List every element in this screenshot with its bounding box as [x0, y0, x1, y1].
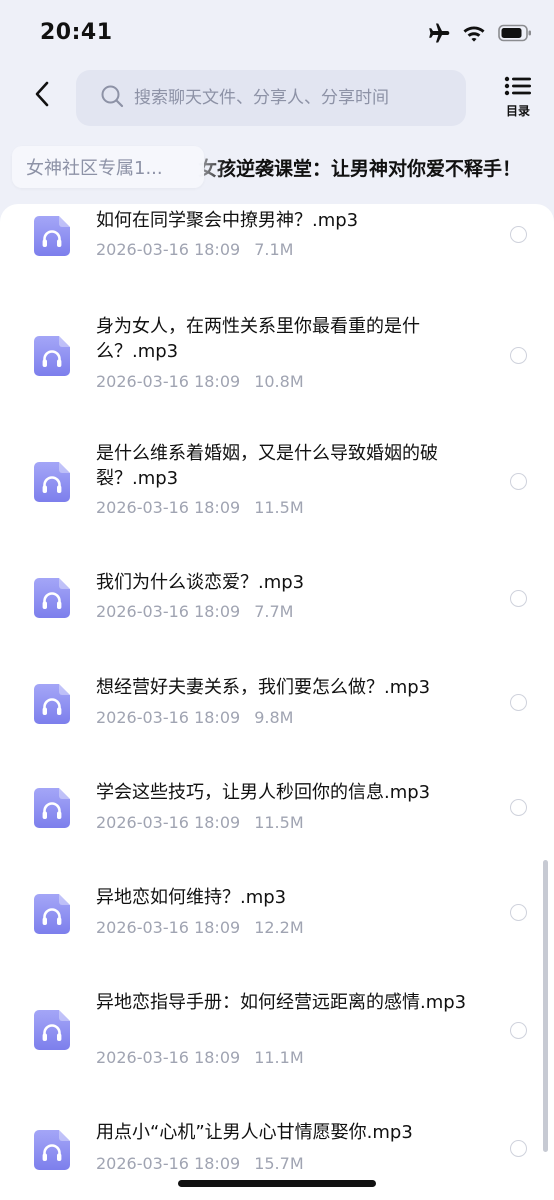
file-list-item[interactable]: 身为女人，在两性关系里你最看重的是什么？.mp3 2026-03-16 18:0… — [0, 308, 554, 436]
select-radio[interactable] — [510, 904, 527, 921]
list-icon — [504, 76, 532, 100]
file-date: 2026-03-16 18:09 — [96, 602, 241, 621]
file-list-item[interactable]: 想经营好夫妻关系，我们要怎么做？.mp3 2026-03-16 18:09 9.8… — [0, 670, 554, 776]
file-meta: 2026-03-16 18:09 11.1M — [96, 1048, 304, 1067]
file-name: 用点小“心机”让男人心甘情愿娶你.mp3 — [96, 1122, 413, 1143]
file-date: 2026-03-16 18:09 — [96, 1154, 241, 1173]
file-size: 7.7M — [254, 602, 294, 621]
back-button[interactable] — [22, 76, 62, 116]
file-size: 10.8M — [254, 372, 304, 391]
file-date: 2026-03-16 18:09 — [96, 1048, 241, 1067]
file-size: 12.2M — [254, 918, 304, 937]
file-date: 2026-03-16 18:09 — [96, 240, 241, 259]
search-box[interactable] — [76, 70, 466, 126]
file-list: 如何在同学聚会中撩男神？.mp3 2026-03-16 18:09 7.1M 身为… — [0, 204, 554, 1200]
file-size: 15.7M — [254, 1154, 304, 1173]
select-radio[interactable] — [510, 1140, 527, 1157]
file-list-item[interactable]: 用点小“心机”让男人心甘情愿娶你.mp3 2026-03-16 18:09 15.… — [0, 1114, 554, 1200]
audio-file-icon — [34, 336, 70, 376]
audio-file-icon — [34, 1130, 70, 1170]
catalog-button[interactable]: 目录 — [496, 76, 540, 122]
audio-file-icon — [34, 894, 70, 934]
audio-file-icon — [34, 788, 70, 828]
file-meta: 2026-03-16 18:09 7.1M — [96, 240, 293, 259]
file-name: 异地恋指导手册：如何经营远距离的感情.mp3 — [96, 992, 467, 1013]
file-list-item[interactable]: 如何在同学聚会中撩男神？.mp3 2026-03-16 18:09 7.1M — [0, 204, 554, 308]
catalog-label: 目录 — [505, 104, 530, 118]
file-list-item[interactable]: 异地恋如何维持？.mp3 2026-03-16 18:09 12.2M — [0, 880, 554, 986]
audio-file-icon — [34, 462, 70, 502]
file-date: 2026-03-16 18:09 — [96, 498, 241, 517]
group-name-chip[interactable]: 女神社区专属1... — [12, 146, 204, 188]
file-meta: 2026-03-16 18:09 7.7M — [96, 602, 293, 621]
select-radio[interactable] — [510, 226, 527, 243]
search-input[interactable] — [134, 88, 444, 108]
file-size: 7.1M — [254, 240, 294, 259]
scrollbar[interactable] — [543, 860, 548, 1152]
file-meta: 2026-03-16 18:09 11.5M — [96, 813, 304, 832]
chevron-left-icon — [34, 81, 50, 111]
file-list-item[interactable]: 学会这些技巧，让男人秒回你的信息.mp3 2026-03-16 18:09 11.… — [0, 776, 554, 880]
file-meta: 2026-03-16 18:09 11.5M — [96, 498, 304, 517]
file-name: 我们为什么谈恋爱？.mp3 — [96, 572, 305, 593]
file-name: 想经营好夫妻关系，我们要怎么做？.mp3 — [96, 677, 431, 698]
wifi-icon — [462, 24, 486, 46]
status-bar: 20:41 — [0, 0, 554, 66]
file-date: 2026-03-16 18:09 — [96, 813, 241, 832]
header-strip: 女孩逆袭课堂：让男神对你爱不释手！ 女神社区专属1... — [0, 140, 554, 196]
select-radio[interactable] — [510, 694, 527, 711]
nav-bar: 目录 — [0, 66, 554, 130]
file-name: 身为女人，在两性关系里你最看重的是什么？.mp3 — [96, 316, 420, 362]
file-meta: 2026-03-16 18:09 15.7M — [96, 1154, 304, 1173]
audio-file-icon — [34, 578, 70, 618]
search-icon — [100, 84, 124, 112]
file-name: 异地恋如何维持？.mp3 — [96, 887, 287, 908]
airplane-icon — [426, 22, 450, 48]
file-meta: 2026-03-16 18:09 9.8M — [96, 708, 293, 727]
file-date: 2026-03-16 18:09 — [96, 918, 241, 937]
audio-file-icon — [34, 684, 70, 724]
audio-file-icon — [34, 1010, 70, 1050]
home-indicator[interactable] — [178, 1180, 376, 1187]
file-size: 9.8M — [254, 708, 294, 727]
file-list-item[interactable]: 我们为什么谈恋爱？.mp3 2026-03-16 18:09 7.7M — [0, 566, 554, 670]
audio-file-icon — [34, 216, 70, 256]
file-size: 11.1M — [254, 1048, 304, 1067]
file-size: 11.5M — [254, 813, 304, 832]
file-meta: 2026-03-16 18:09 10.8M — [96, 372, 304, 391]
file-name: 学会这些技巧，让男人秒回你的信息.mp3 — [96, 782, 431, 803]
file-list-item[interactable]: 异地恋指导手册：如何经营远距离的感情.mp3 2026-03-16 18:09 1… — [0, 986, 554, 1114]
select-radio[interactable] — [510, 347, 527, 364]
file-size: 11.5M — [254, 498, 304, 517]
status-time: 20:41 — [40, 20, 113, 45]
select-radio[interactable] — [510, 799, 527, 816]
select-radio[interactable] — [510, 473, 527, 490]
file-name: 如何在同学聚会中撩男神？.mp3 — [96, 210, 359, 231]
file-date: 2026-03-16 18:09 — [96, 708, 241, 727]
group-announcement-text: 女孩逆袭课堂：让男神对你爱不释手！ — [198, 158, 522, 180]
file-list-item[interactable]: 是什么维系着婚姻，又是什么导致婚姻的破裂？.mp3 2026-03-16 18:… — [0, 436, 554, 566]
file-name: 是什么维系着婚姻，又是什么导致婚姻的破裂？.mp3 — [96, 443, 438, 489]
file-date: 2026-03-16 18:09 — [96, 372, 241, 391]
file-meta: 2026-03-16 18:09 12.2M — [96, 918, 304, 937]
status-icons — [426, 22, 532, 48]
battery-icon — [498, 24, 532, 46]
select-radio[interactable] — [510, 590, 527, 607]
select-radio[interactable] — [510, 1022, 527, 1039]
